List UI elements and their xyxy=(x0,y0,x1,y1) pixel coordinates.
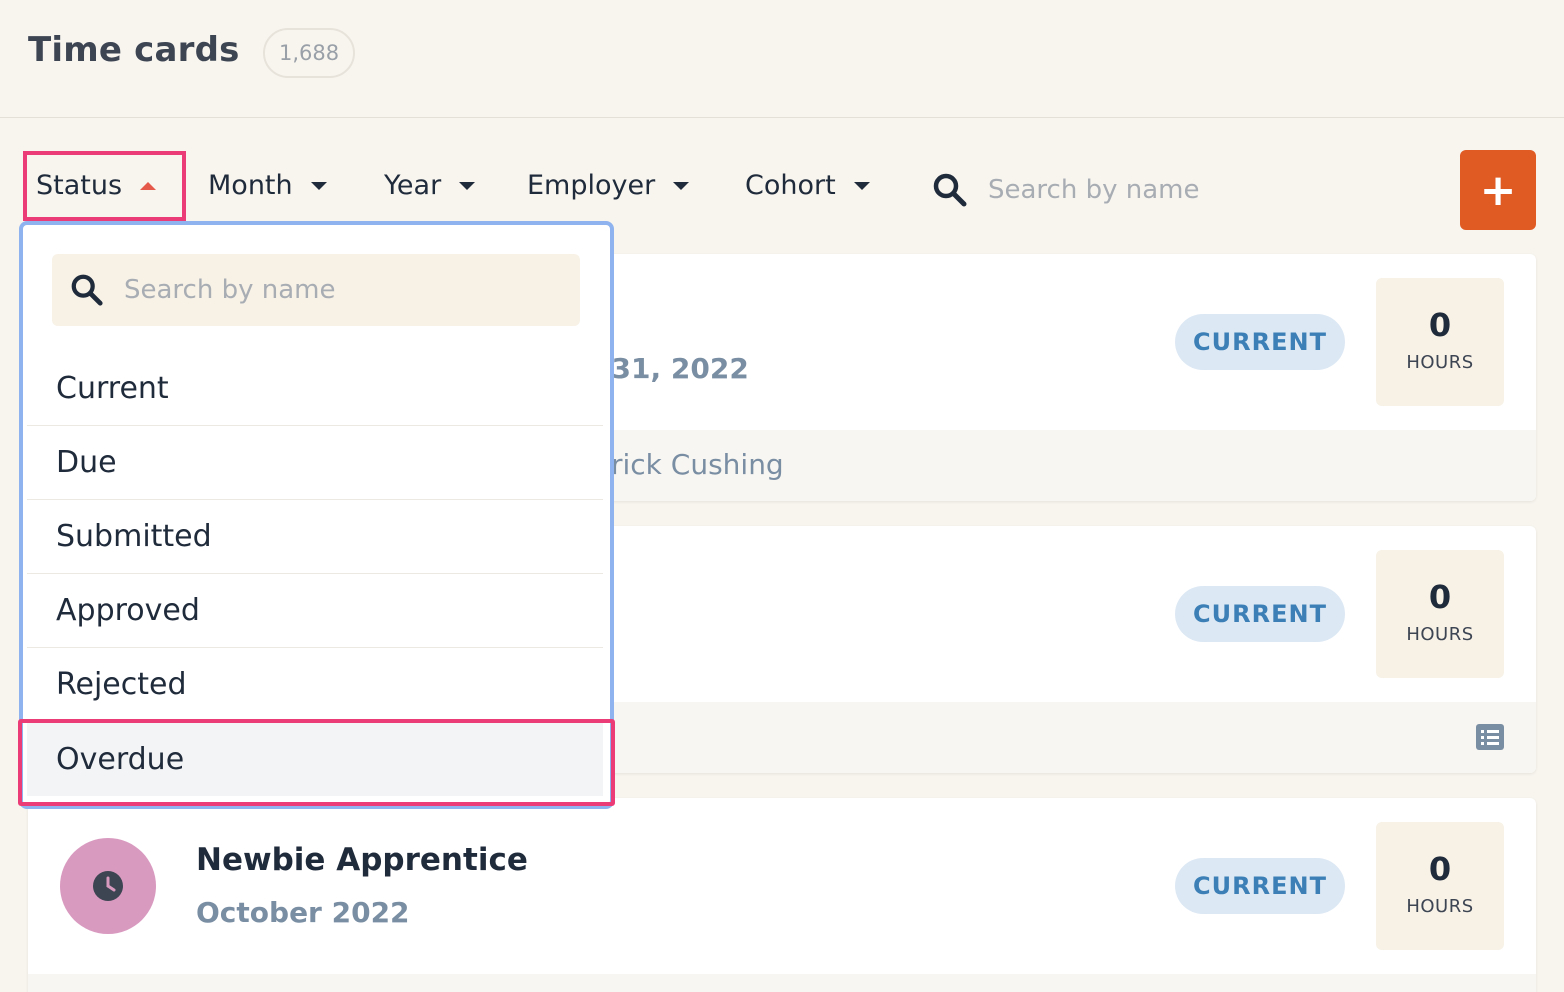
status-option-current[interactable]: Current xyxy=(27,352,603,426)
card-footer-text: trick Cushing xyxy=(600,448,784,481)
cohort-filter-label: Cohort xyxy=(745,170,836,201)
hours-box: 0 HOURS xyxy=(1376,550,1504,678)
card-footer xyxy=(28,974,1536,992)
year-filter[interactable]: Year xyxy=(384,170,476,201)
status-option-rejected[interactable]: Rejected xyxy=(27,648,603,722)
hours-box: 0 HOURS xyxy=(1376,278,1504,406)
status-badge: CURRENT xyxy=(1175,314,1345,370)
time-card[interactable]: Newbie Apprentice October 2022 CURRENT 0… xyxy=(28,798,1536,992)
status-option-submitted[interactable]: Submitted xyxy=(27,500,603,574)
caret-down-icon xyxy=(853,181,870,190)
name-search xyxy=(932,168,1372,212)
plus-icon: + xyxy=(1479,164,1517,216)
time-cards-page: Time cards 1,688 Status Month Year Emplo… xyxy=(0,0,1564,992)
status-option-approved[interactable]: Approved xyxy=(27,574,603,648)
hours-label: HOURS xyxy=(1406,352,1474,373)
employer-filter[interactable]: Employer xyxy=(527,170,690,201)
dropdown-search xyxy=(52,254,580,326)
caret-down-icon xyxy=(310,181,327,190)
month-filter-label: Month xyxy=(208,170,293,201)
status-option-overdue[interactable]: Overdue xyxy=(27,722,603,796)
card-name: Newbie Apprentice xyxy=(196,842,528,878)
hours-label: HOURS xyxy=(1406,624,1474,645)
search-icon xyxy=(71,274,103,306)
status-option-due[interactable]: Due xyxy=(27,426,603,500)
hours-value: 0 xyxy=(1428,578,1452,616)
status-filter-highlight xyxy=(23,151,186,221)
dropdown-search-input[interactable] xyxy=(124,275,544,305)
count-badge: 1,688 xyxy=(263,28,356,78)
clock-icon xyxy=(93,871,123,901)
cohort-filter[interactable]: Cohort xyxy=(745,170,870,201)
status-badge: CURRENT xyxy=(1175,858,1345,914)
hours-box: 0 HOURS xyxy=(1376,822,1504,950)
search-icon xyxy=(933,173,967,207)
list-icon[interactable] xyxy=(1476,724,1504,750)
page-header: Time cards 1,688 xyxy=(0,0,1564,118)
hours-value: 0 xyxy=(1428,850,1452,888)
card-date: October 2022 xyxy=(196,896,410,929)
avatar xyxy=(60,838,156,934)
search-input[interactable] xyxy=(988,175,1348,205)
status-badge: CURRENT xyxy=(1175,586,1345,642)
hours-value: 0 xyxy=(1428,306,1452,344)
hours-label: HOURS xyxy=(1406,896,1474,917)
year-filter-label: Year xyxy=(384,170,442,201)
caret-down-icon xyxy=(459,181,476,190)
page-title: Time cards xyxy=(28,30,240,70)
caret-down-icon xyxy=(673,181,690,190)
month-filter[interactable]: Month xyxy=(208,170,327,201)
status-dropdown: Current Due Submitted Approved Rejected … xyxy=(19,221,614,809)
add-time-card-button[interactable]: + xyxy=(1460,150,1536,230)
employer-filter-label: Employer xyxy=(527,170,656,201)
status-option-list: Current Due Submitted Approved Rejected … xyxy=(27,352,603,796)
